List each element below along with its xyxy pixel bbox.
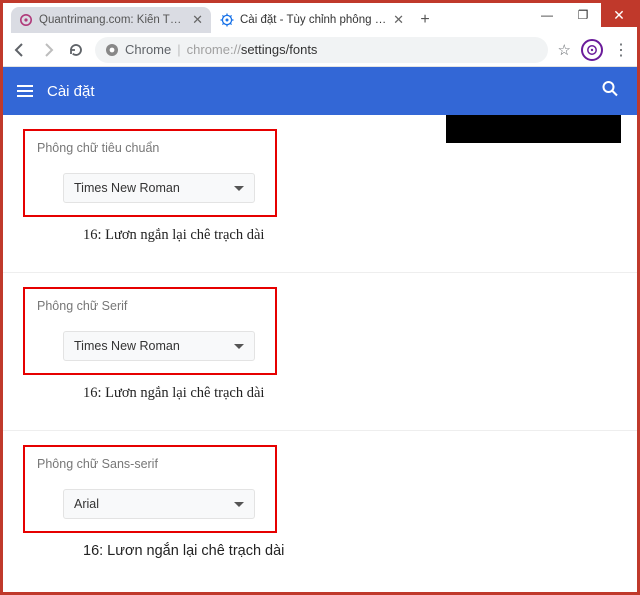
select-value: Times New Roman — [74, 181, 180, 195]
font-sample-text: 16: Lươn ngắn lại chê trạch dài — [23, 375, 617, 416]
tab-title: Quantrimang.com: Kiến Thức — [39, 14, 186, 26]
font-section-sans: Phông chữ Sans-serif Arial 16: Lươn ngắn… — [3, 431, 637, 587]
favicon-settings — [220, 13, 234, 27]
highlight-box: Phông chữ Serif Times New Roman — [23, 287, 277, 375]
font-select-sans[interactable]: Arial — [63, 489, 255, 519]
maximize-button[interactable]: ❐ — [565, 3, 601, 27]
address-origin-label: Chrome — [125, 42, 171, 57]
bookmark-star-icon[interactable]: ☆ — [558, 41, 571, 59]
reload-button[interactable] — [67, 42, 85, 58]
chevron-down-icon — [234, 502, 244, 507]
browser-tab[interactable]: Quantrimang.com: Kiến Thức ✕ — [11, 7, 211, 33]
settings-header: Cài đặt — [3, 67, 637, 115]
address-bar[interactable]: Chrome | chrome://settings/fonts — [95, 37, 548, 63]
minimize-button[interactable]: — — [529, 3, 565, 27]
toolbar: Chrome | chrome://settings/fonts ☆ ⋮ — [3, 33, 637, 67]
close-window-button[interactable]: ✕ — [601, 3, 637, 27]
section-label: Phông chữ tiêu chuẩn — [37, 141, 263, 155]
new-tab-button[interactable]: + — [413, 8, 437, 32]
font-select-standard[interactable]: Times New Roman — [63, 173, 255, 203]
tab-title: Cài đặt - Tùy chỉnh phông chữ — [240, 14, 387, 26]
favicon-quantrimang — [19, 13, 33, 27]
browser-tab-active[interactable]: Cài đặt - Tùy chỉnh phông chữ ✕ — [212, 7, 412, 33]
forward-button[interactable] — [39, 42, 57, 58]
font-select-serif[interactable]: Times New Roman — [63, 331, 255, 361]
close-icon[interactable]: ✕ — [192, 12, 203, 28]
hamburger-menu-icon[interactable] — [17, 85, 33, 97]
window-controls: — ❐ ✕ — [529, 3, 637, 27]
close-icon[interactable]: ✕ — [393, 12, 404, 28]
settings-content[interactable]: Phông chữ tiêu chuẩn Times New Roman 16:… — [3, 115, 637, 592]
extension-icon[interactable] — [581, 39, 603, 61]
page-title: Cài đặt — [47, 83, 95, 100]
font-sample-text: 16: Lươn ngắn lại chê trạch dài — [23, 217, 617, 258]
window-titlebar: Quantrimang.com: Kiến Thức ✕ Cài đặt - T… — [3, 3, 637, 33]
select-value: Times New Roman — [74, 339, 180, 353]
chevron-down-icon — [234, 344, 244, 349]
select-value: Arial — [74, 497, 99, 511]
font-section-serif: Phông chữ Serif Times New Roman 16: Lươn… — [3, 273, 637, 431]
address-url: chrome://settings/fonts — [187, 42, 318, 57]
section-label: Phông chữ Sans-serif — [37, 457, 263, 471]
highlight-box: Phông chữ Sans-serif Arial — [23, 445, 277, 533]
kebab-menu-icon[interactable]: ⋮ — [613, 40, 629, 60]
section-label: Phông chữ Serif — [37, 299, 263, 313]
tab-strip: Quantrimang.com: Kiến Thức ✕ Cài đặt - T… — [3, 3, 529, 33]
address-separator: | — [177, 42, 180, 57]
font-sample-text: 16: Lươn ngắn lại chê trạch dài — [23, 533, 617, 573]
search-icon[interactable] — [601, 80, 619, 103]
overlay-redaction — [446, 115, 621, 143]
highlight-box: Phông chữ tiêu chuẩn Times New Roman — [23, 129, 277, 217]
chevron-down-icon — [234, 186, 244, 191]
chrome-icon — [105, 43, 119, 57]
back-button[interactable] — [11, 42, 29, 58]
